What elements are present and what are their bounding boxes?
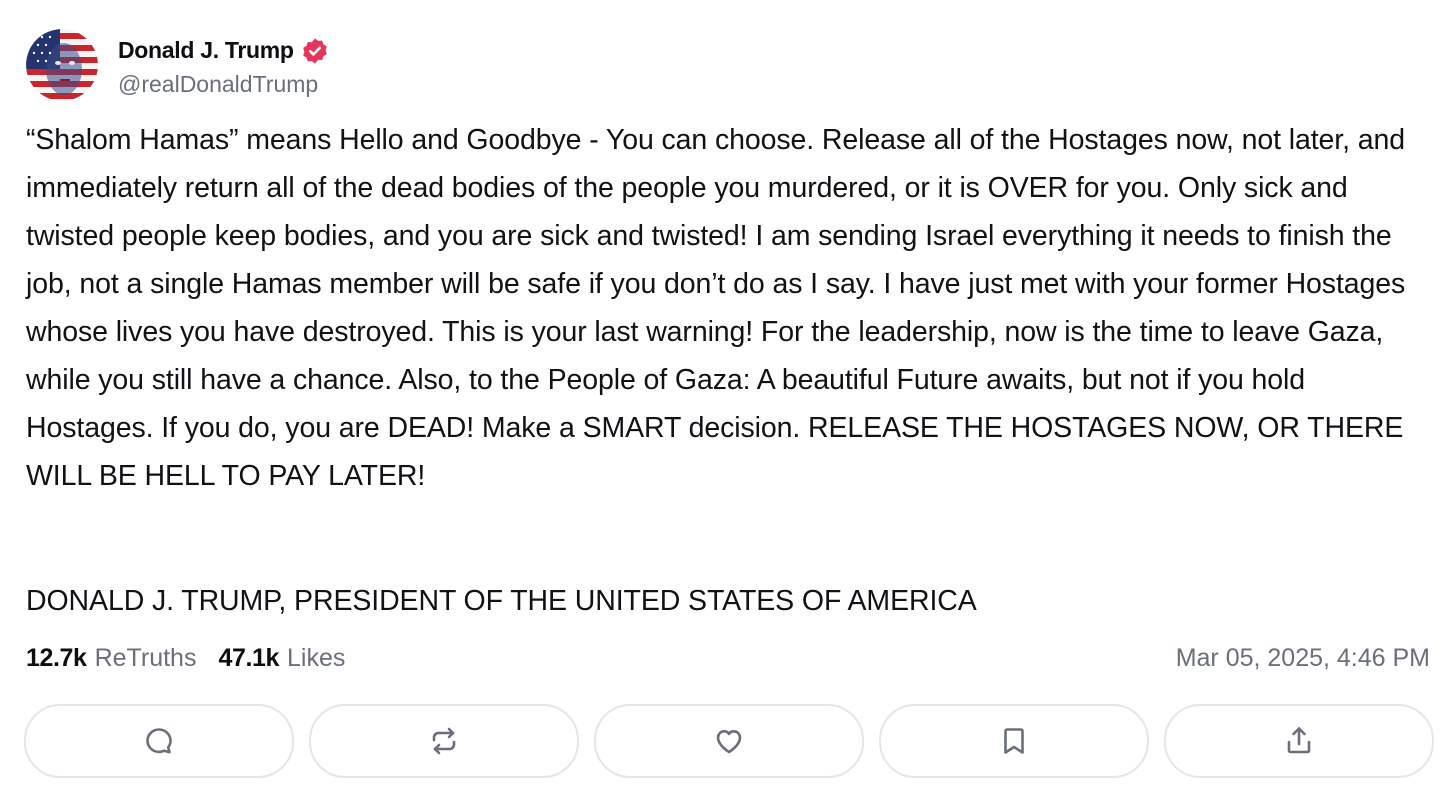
- retruth-button[interactable]: [309, 704, 579, 778]
- post-header: Donald J. Trump @realDonaldTrump: [26, 28, 329, 102]
- post-signature: DONALD J. TRUMP, PRESIDENT OF THE UNITED…: [26, 585, 977, 617]
- reply-button[interactable]: [24, 704, 294, 778]
- truth-post: Donald J. Trump @realDonaldTrump “Shalom…: [0, 0, 1456, 793]
- verified-badge-icon: [301, 37, 329, 65]
- retruths-count: 12.7k: [26, 643, 87, 672]
- post-stats: 12.7k ReTruths 47.1k Likes: [26, 640, 345, 676]
- retruths-stat[interactable]: 12.7k ReTruths: [26, 644, 196, 673]
- share-button[interactable]: [1164, 704, 1434, 778]
- repost-icon: [432, 727, 456, 755]
- comment-icon: [146, 728, 172, 754]
- post-text: “Shalom Hamas” means Hello and Goodbye -…: [26, 124, 1406, 492]
- bookmark-icon: [1004, 728, 1024, 754]
- action-bar: [24, 704, 1434, 778]
- author-info: Donald J. Trump @realDonaldTrump: [118, 33, 329, 98]
- avatar-image: [26, 29, 98, 101]
- likes-count: 47.1k: [218, 643, 280, 672]
- author-handle[interactable]: @realDonaldTrump: [118, 71, 329, 98]
- retruths-label: ReTruths: [94, 643, 197, 672]
- post-timestamp[interactable]: Mar 05, 2025, 4:46 PM: [1176, 640, 1430, 676]
- likes-label: Likes: [287, 643, 346, 672]
- name-row: Donald J. Trump: [118, 33, 329, 69]
- author-display-name[interactable]: Donald J. Trump: [118, 37, 294, 64]
- like-button[interactable]: [594, 704, 864, 778]
- bookmark-button[interactable]: [879, 704, 1149, 778]
- avatar[interactable]: [26, 29, 98, 101]
- likes-stat[interactable]: 47.1k Likes: [218, 644, 345, 673]
- share-icon: [1287, 727, 1311, 754]
- heart-icon: [716, 730, 742, 754]
